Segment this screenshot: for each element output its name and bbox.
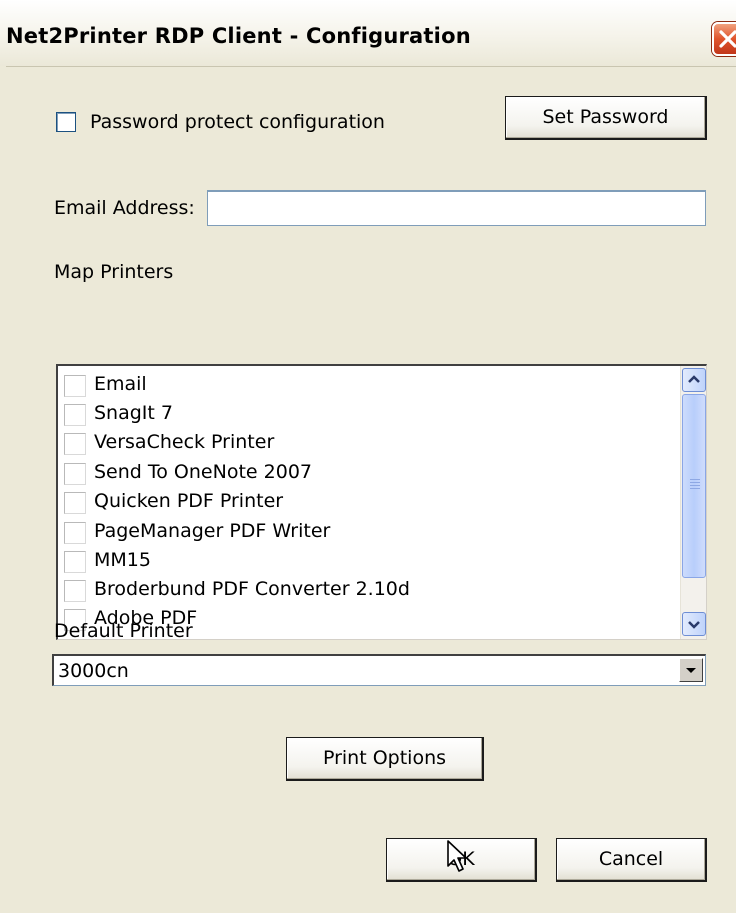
grip-line — [690, 479, 700, 480]
close-button[interactable] — [712, 22, 736, 56]
print-options-button[interactable]: Print Options — [286, 737, 484, 781]
default-printer-select[interactable]: 3000cn — [52, 654, 706, 686]
list-item-checkbox[interactable] — [64, 492, 86, 514]
password-protect-checkbox[interactable] — [56, 112, 76, 132]
title-bar[interactable]: Net2Printer RDP Client - Configuration — [0, 0, 736, 67]
cancel-button[interactable]: Cancel — [556, 838, 707, 882]
list-item-label: SnagIt 7 — [94, 402, 173, 424]
map-printers-list[interactable]: Email SnagIt 7 VersaCheck Printer Send T… — [56, 364, 707, 640]
set-password-button-label: Set Password — [542, 106, 669, 128]
dropdown-arrow-icon — [686, 668, 696, 673]
list-item-label: Quicken PDF Printer — [94, 490, 284, 512]
scroll-up-button[interactable] — [682, 368, 706, 392]
list-item-label: VersaCheck Printer — [94, 431, 275, 453]
list-item-checkbox[interactable] — [64, 404, 86, 426]
set-password-button[interactable]: Set Password — [505, 96, 707, 140]
default-printer-value: 3000cn — [58, 660, 129, 682]
email-field[interactable] — [207, 190, 706, 226]
chevron-down-icon — [688, 621, 700, 629]
print-options-button-label: Print Options — [322, 747, 447, 769]
list-item-label: PageManager PDF Writer — [94, 520, 331, 542]
list-item-checkbox[interactable] — [64, 551, 86, 573]
chevron-up-icon — [688, 375, 700, 383]
list-item-checkbox[interactable] — [64, 580, 86, 602]
grip-line — [690, 485, 700, 486]
email-label: Email Address: — [54, 197, 195, 219]
list-item-checkbox[interactable] — [64, 375, 86, 397]
default-printer-label: Default Printer — [54, 620, 193, 642]
list-item-label: Email — [94, 373, 147, 395]
list-item-label: Send To OneNote 2007 — [94, 461, 312, 483]
grip-line — [690, 488, 700, 489]
map-printers-label: Map Printers — [54, 261, 174, 283]
grip-line — [690, 482, 700, 483]
list-item-checkbox[interactable] — [64, 433, 86, 455]
dialog-body: Password protect configuration Set Passw… — [0, 66, 736, 913]
list-item-checkbox[interactable] — [64, 463, 86, 485]
dropdown-button[interactable] — [679, 658, 703, 682]
mouse-cursor-icon — [447, 840, 467, 872]
close-icon — [719, 30, 736, 48]
list-scrollbar[interactable] — [680, 366, 706, 639]
window-title: Net2Printer RDP Client - Configuration — [6, 24, 471, 48]
scroll-down-button[interactable] — [682, 612, 706, 636]
password-protect-label: Password protect configuration — [90, 111, 385, 133]
cancel-button-label: Cancel — [598, 848, 664, 870]
list-item-checkbox[interactable] — [64, 522, 86, 544]
list-item-label: Broderbund PDF Converter 2.10d — [94, 578, 410, 600]
scroll-thumb[interactable] — [682, 394, 706, 578]
list-item-label: MM15 — [94, 549, 151, 571]
